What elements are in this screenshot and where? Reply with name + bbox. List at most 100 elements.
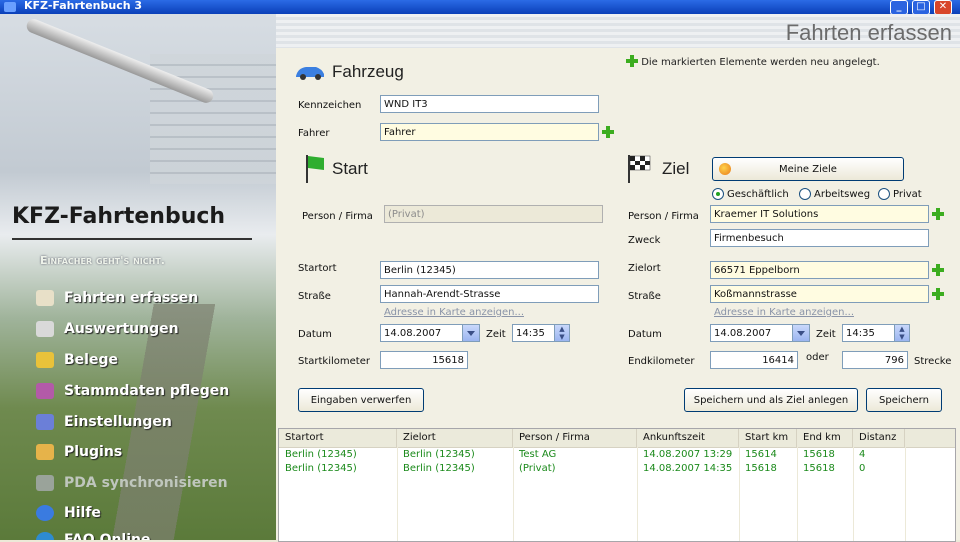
table-cell: Berlin (12345)	[403, 449, 475, 460]
table-cell: 0	[859, 463, 866, 474]
distance-input[interactable]: 796	[842, 351, 908, 369]
plugin-icon	[36, 444, 54, 460]
table-cell: 15618	[803, 463, 835, 474]
printer-icon	[36, 321, 54, 337]
sidebar-item-label: Belege	[64, 352, 118, 368]
start-person-label: Person / Firma	[302, 211, 373, 222]
discard-button[interactable]: Eingaben verwerfen	[298, 388, 424, 412]
table-cell: Berlin (12345)	[285, 463, 357, 474]
sidebar-item-label: Plugins	[64, 444, 123, 460]
goals-icon	[719, 163, 731, 175]
new-elements-hint: Die markierten Elemente werden neu angel…	[626, 55, 880, 68]
radio-dot	[878, 188, 890, 200]
sidebar-item-label: Stammdaten pflegen	[64, 383, 230, 399]
page-title: Fahrten erfassen	[785, 20, 952, 45]
edit-icon	[36, 290, 54, 306]
plus-icon	[602, 126, 614, 138]
dest-reason-input[interactable]: Firmenbesuch	[710, 229, 929, 247]
table-cell: 14.08.2007 13:29	[643, 449, 733, 460]
sidebar-item-pda: PDA synchronisieren	[36, 473, 228, 493]
car-icon	[296, 67, 324, 80]
driver-label: Fahrer	[298, 128, 330, 139]
brand-logo: KFZ-Fahrtenbuch	[12, 204, 226, 229]
sidebar-item-auswertungen[interactable]: Auswertungen	[36, 319, 179, 339]
column-header[interactable]: Ankunftszeit	[637, 429, 739, 447]
table-cell: Berlin (12345)	[285, 449, 357, 460]
chevron-down-icon[interactable]	[792, 325, 809, 341]
sidebar-item-label: Einstellungen	[64, 414, 172, 430]
start-time-spinner[interactable]: 14:35 ▲ ▼	[512, 324, 570, 342]
save-button[interactable]: Speichern	[866, 388, 942, 412]
start-date-combo[interactable]: 14.08.2007	[380, 324, 480, 342]
add-street-button[interactable]	[932, 288, 944, 300]
column-header[interactable]: Distanz	[853, 429, 905, 447]
close-button[interactable]: ✕	[934, 0, 952, 15]
dest-person-input[interactable]: Kraemer IT Solutions	[710, 205, 929, 223]
sidebar-item-faq[interactable]: FAQ Online	[36, 530, 151, 540]
pda-icon	[36, 475, 54, 491]
dest-time-spinner[interactable]: 14:35 ▲ ▼	[842, 324, 910, 342]
table-cell: 14.08.2007 14:35	[643, 463, 733, 474]
dest-time-label: Zeit	[816, 329, 836, 340]
my-goals-button[interactable]: Meine Ziele	[712, 157, 904, 181]
sidebar: KFZ-Fahrtenbuch Einfacher geht's nicht. …	[0, 14, 276, 540]
driver-input[interactable]: Fahrer	[380, 123, 599, 141]
purpose-commute-radio[interactable]: Arbeitsweg	[799, 188, 870, 200]
section-title-vehicle: Fahrzeug	[332, 62, 404, 81]
distance-label: Strecke	[914, 356, 952, 367]
trips-table[interactable]: Startort Zielort Person / Firma Ankunfts…	[278, 428, 956, 542]
receipt-icon	[36, 352, 54, 368]
table-header: Startort Zielort Person / Firma Ankunfts…	[279, 429, 955, 448]
column-header[interactable]: End km	[797, 429, 853, 447]
purpose-private-radio[interactable]: Privat	[878, 188, 922, 200]
maximize-button[interactable]: □	[912, 0, 930, 15]
column-header[interactable]: Zielort	[397, 429, 513, 447]
sidebar-item-fahrten-erfassen[interactable]: Fahrten erfassen	[36, 288, 198, 308]
globe-icon	[36, 532, 54, 540]
sidebar-item-belege[interactable]: Belege	[36, 350, 118, 370]
start-map-link[interactable]: Adresse in Karte anzeigen...	[384, 307, 524, 318]
radio-dot	[712, 188, 724, 200]
sidebar-item-plugins[interactable]: Plugins	[36, 442, 122, 462]
brand-slogan: Einfacher geht's nicht.	[40, 254, 165, 267]
column-header[interactable]: Start km	[739, 429, 797, 447]
sidebar-item-label: Hilfe	[64, 505, 101, 521]
start-km-input[interactable]: 15618	[380, 351, 468, 369]
sidebar-item-label: PDA synchronisieren	[64, 475, 228, 491]
start-time-label: Zeit	[486, 329, 506, 340]
start-place-input[interactable]: Berlin (12345)	[380, 261, 599, 279]
chevron-down-icon[interactable]	[462, 325, 479, 341]
dest-date-label: Datum	[628, 329, 662, 340]
plate-input[interactable]: WND IT3	[380, 95, 599, 113]
column-header[interactable]: Startort	[279, 429, 397, 447]
table-cell: 4	[859, 449, 866, 460]
purpose-business-radio[interactable]: Geschäftlich	[712, 188, 789, 200]
save-as-goal-button[interactable]: Speichern und als Ziel anlegen	[684, 388, 858, 412]
start-person-input: (Privat)	[384, 205, 603, 223]
table-cell: (Privat)	[519, 463, 556, 474]
spinner-arrows-icon[interactable]: ▲ ▼	[894, 325, 909, 341]
dest-map-link[interactable]: Adresse in Karte anzeigen...	[714, 307, 854, 318]
checklist-icon	[36, 414, 54, 430]
dest-street-input[interactable]: Koßmannstrasse	[710, 285, 929, 303]
table-cell: 15618	[803, 449, 835, 460]
dest-km-input[interactable]: 16414	[710, 351, 798, 369]
sidebar-item-einstellungen[interactable]: Einstellungen	[36, 412, 172, 432]
add-person-button[interactable]	[932, 208, 944, 220]
add-driver-button[interactable]	[602, 126, 614, 138]
sidebar-item-hilfe[interactable]: Hilfe	[36, 503, 101, 523]
sidebar-item-label: Fahrten erfassen	[64, 290, 199, 306]
dest-place-input[interactable]: 66571 Eppelborn	[710, 261, 929, 279]
minimize-button[interactable]: _	[890, 0, 908, 15]
column-header[interactable]: Person / Firma	[513, 429, 637, 447]
brand-underline	[12, 238, 252, 240]
table-cell: 15618	[745, 463, 777, 474]
green-flag-icon	[306, 155, 324, 183]
spinner-arrows-icon[interactable]: ▲ ▼	[554, 325, 569, 341]
sidebar-item-label: FAQ Online	[64, 532, 151, 540]
dest-date-combo[interactable]: 14.08.2007	[710, 324, 810, 342]
dest-person-label: Person / Firma	[628, 211, 699, 222]
sidebar-item-stammdaten[interactable]: Stammdaten pflegen	[36, 381, 229, 401]
add-place-button[interactable]	[932, 264, 944, 276]
start-street-input[interactable]: Hannah-Arendt-Strasse	[380, 285, 599, 303]
